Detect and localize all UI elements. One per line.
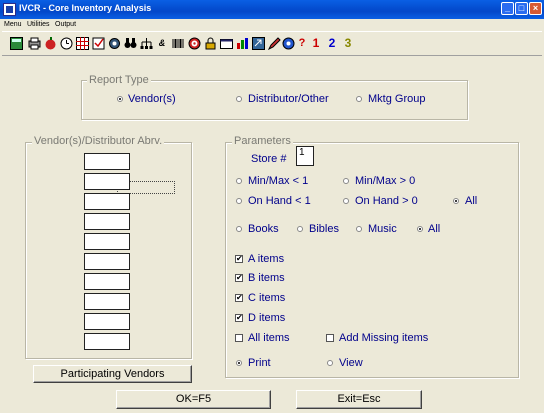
vendor-input-6[interactable]	[84, 253, 130, 270]
radio-view[interactable]	[327, 360, 333, 366]
target-icon[interactable]	[186, 35, 202, 51]
radio-bibles-label[interactable]: Bibles	[309, 223, 339, 235]
checkbox-a-items-label[interactable]: A items	[248, 253, 284, 265]
checkbox-c-items[interactable]: ✔	[235, 294, 243, 302]
vendor-input-2[interactable]	[84, 173, 130, 190]
checkbox-d-items[interactable]: ✔	[235, 314, 243, 322]
exit-button[interactable]: Exit=Esc	[296, 390, 422, 409]
radio-books-label[interactable]: Books	[248, 223, 279, 235]
radio-books[interactable]	[236, 226, 242, 232]
text-icon[interactable]: &	[154, 35, 170, 51]
toolbar: & ? 1 2 3	[2, 31, 542, 56]
checkbox-all-items[interactable]	[235, 334, 243, 342]
radio-print-label[interactable]: Print	[248, 357, 271, 369]
calculator-icon[interactable]	[8, 35, 24, 51]
ok-button[interactable]: OK=F5	[116, 390, 271, 409]
checkbox-add-missing-label[interactable]: Add Missing items	[339, 332, 428, 344]
checkbox-b-items[interactable]: ✔	[235, 274, 243, 282]
chart-icon[interactable]	[234, 35, 250, 51]
radio-music-label[interactable]: Music	[368, 223, 397, 235]
maximize-button[interactable]: □	[515, 2, 528, 15]
store-label: Store #	[251, 153, 287, 165]
button-3[interactable]: 3	[340, 35, 356, 51]
radio-onhand-lt-label[interactable]: On Hand < 1	[248, 195, 311, 207]
lock-icon[interactable]	[202, 35, 218, 51]
radio-vendors-label[interactable]: Vendor(s)	[128, 93, 176, 105]
report-type-legend: Report Type	[87, 74, 151, 86]
radio-all-stock-label[interactable]: All	[465, 195, 477, 207]
checkbox-add-missing[interactable]	[326, 334, 334, 342]
app-icon	[3, 3, 16, 16]
close-button[interactable]: ×	[529, 2, 542, 15]
radio-minmax-lt-label[interactable]: Min/Max < 1	[248, 175, 308, 187]
menu-item-output[interactable]: Output	[55, 19, 76, 30]
button-1[interactable]: 1	[308, 35, 324, 51]
radio-distributor[interactable]	[236, 96, 242, 102]
window-icon[interactable]	[218, 35, 234, 51]
radio-distributor-label[interactable]: Distributor/Other	[248, 93, 329, 105]
menu-item-utilities[interactable]: Utilities	[27, 19, 50, 30]
radio-music[interactable]	[356, 226, 362, 232]
vendor-input-3[interactable]	[84, 193, 130, 210]
checkbox-b-items-label[interactable]: B items	[248, 272, 285, 284]
vendor-input-1[interactable]	[84, 153, 130, 170]
radio-mktg-group[interactable]	[356, 96, 362, 102]
barcode-icon[interactable]	[170, 35, 186, 51]
vendor-list-legend: Vendor(s)/Distributor Abrv.	[32, 135, 165, 147]
binoculars-icon[interactable]	[122, 35, 138, 51]
check-icon[interactable]	[90, 35, 106, 51]
radio-onhand-gt-label[interactable]: On Hand > 0	[355, 195, 418, 207]
radio-vendors[interactable]	[117, 96, 123, 102]
export-icon[interactable]	[250, 35, 266, 51]
window-title: IVCR - Core Inventory Analysis	[19, 3, 152, 13]
radio-all-stock[interactable]	[453, 198, 459, 204]
checkbox-d-items-label[interactable]: D items	[248, 312, 285, 324]
radio-all-category-label[interactable]: All	[428, 223, 440, 235]
parameters-legend: Parameters	[232, 135, 293, 147]
participating-vendors-button[interactable]: Participating Vendors	[33, 365, 192, 383]
vendor-input-10[interactable]	[84, 333, 130, 350]
grid-icon[interactable]	[74, 35, 90, 51]
checkbox-all-items-label[interactable]: All items	[248, 332, 290, 344]
menu-bar: Menu Utilities Output	[0, 19, 544, 31]
checkbox-a-items[interactable]: ✔	[235, 255, 243, 263]
radio-print[interactable]	[236, 360, 242, 366]
vendor-input-7[interactable]	[84, 273, 130, 290]
radio-minmax-gt-label[interactable]: Min/Max > 0	[355, 175, 415, 187]
radio-mktg-group-label[interactable]: Mktg Group	[368, 93, 425, 105]
radio-onhand-gt[interactable]	[343, 198, 349, 204]
apple-icon[interactable]	[42, 35, 58, 51]
tree-icon[interactable]	[138, 35, 154, 51]
radio-minmax-lt[interactable]	[236, 178, 242, 184]
vendor-input-4[interactable]	[84, 213, 130, 230]
button-2[interactable]: 2	[324, 35, 340, 51]
settings-icon[interactable]	[106, 35, 122, 51]
menu-item-menu[interactable]: Menu	[4, 19, 22, 30]
vendor-input-5[interactable]	[84, 233, 130, 250]
radio-onhand-lt[interactable]	[236, 198, 242, 204]
radio-minmax-gt[interactable]	[343, 178, 349, 184]
radio-view-label[interactable]: View	[339, 357, 363, 369]
print-icon[interactable]	[26, 35, 42, 51]
minimize-button[interactable]: _	[501, 2, 514, 15]
clock-icon[interactable]	[58, 35, 74, 51]
radio-bibles[interactable]	[297, 226, 303, 232]
vendor-input-9[interactable]	[84, 313, 130, 330]
store-input[interactable]: 1	[296, 146, 314, 166]
vendor-input-8[interactable]	[84, 293, 130, 310]
checkbox-c-items-label[interactable]: C items	[248, 292, 285, 304]
title-bar[interactable]: IVCR - Core Inventory Analysis _ □ ×	[0, 0, 544, 19]
radio-all-category[interactable]	[417, 226, 423, 232]
